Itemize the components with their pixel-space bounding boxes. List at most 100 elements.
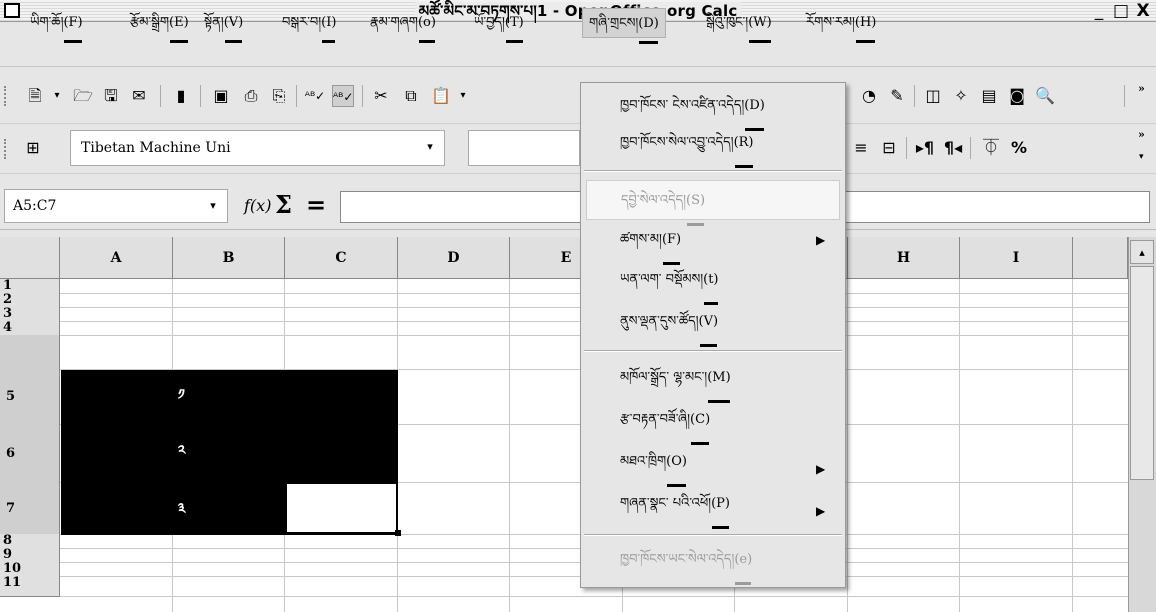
toolbar-separator xyxy=(200,85,201,107)
toolbar-more-icon[interactable]: » xyxy=(1138,129,1145,140)
navigator-icon[interactable]: ◫ xyxy=(922,85,944,107)
name-box[interactable]: A5:C7 xyxy=(4,189,228,223)
row-header-7[interactable]: 7 xyxy=(0,482,60,535)
menu-file[interactable]: ཡིག་ཆོ།(F) xyxy=(24,8,89,43)
align-justify-icon[interactable]: ≡ xyxy=(850,137,872,159)
new-dropdown-icon[interactable]: ▾ xyxy=(46,85,68,107)
font-size-combo[interactable] xyxy=(468,130,580,166)
rtl-icon[interactable]: ¶◂ xyxy=(942,137,964,159)
row-header-5[interactable] xyxy=(0,335,60,370)
menu-item-consolidate[interactable]: རྩ་བརྟན་བཟོ་ཞི།(C) xyxy=(586,400,840,445)
toolbar-separator xyxy=(296,85,297,107)
menu-item-outline[interactable]: མཐའ་ཁྲིག(O) xyxy=(586,442,840,487)
menu-separator xyxy=(584,534,842,536)
submenu-arrow-icon: ▶ xyxy=(816,233,826,247)
cut-icon[interactable]: ✂ xyxy=(370,85,392,107)
styles-icon[interactable]: ⊞ xyxy=(22,137,44,159)
paste-dropdown-icon[interactable]: ▾ xyxy=(452,85,474,107)
row-header-11[interactable]: 11 xyxy=(0,576,60,597)
save-icon[interactable]: 🖫 xyxy=(100,85,122,107)
menu-item-validity[interactable]: ནུས་ལྡན་དུས་ཚོད།(V) xyxy=(586,302,840,347)
column-header-d[interactable]: D xyxy=(398,237,510,279)
edit-file-icon[interactable]: ▮ xyxy=(170,85,192,107)
function-icon[interactable]: = xyxy=(306,190,330,220)
menu-format[interactable]: རྣམ་གཞག(o) xyxy=(364,8,442,43)
row-header-4[interactable]: 4 xyxy=(0,321,60,336)
datasources-view-icon[interactable]: ◙ xyxy=(1006,85,1028,107)
menu-item-define-range[interactable]: ཁྱབ་ཁོངས་ ངེས་འཛིན་འདེད།(D) xyxy=(586,86,840,131)
menu-item-select-range[interactable]: ཁྱབ་ཁོངས་སེལ་འབྱུ་འདེད།(R) xyxy=(586,123,840,168)
toolbar-separator xyxy=(914,85,915,107)
print-preview-icon[interactable]: ⎘ xyxy=(268,85,290,107)
font-name-combo[interactable]: Tibetan Machine Uni xyxy=(70,130,445,166)
chevron-down-icon[interactable]: ▾ xyxy=(202,193,224,219)
column-header-j[interactable] xyxy=(1073,237,1128,279)
active-cell-c7[interactable] xyxy=(285,482,398,534)
close-button[interactable]: X xyxy=(1134,2,1152,20)
column-header-c[interactable]: C xyxy=(285,237,398,279)
zoom-icon[interactable]: 🔍 xyxy=(1034,85,1056,107)
function-wizard-icon[interactable]: f(x) xyxy=(244,193,271,219)
currency-icon[interactable]: ⏁ xyxy=(980,137,1002,159)
print-icon[interactable]: ⎙ xyxy=(240,85,262,107)
scrollbar-thumb[interactable] xyxy=(1130,266,1154,480)
gallery-icon[interactable]: ✧ xyxy=(950,85,972,107)
maximize-button[interactable]: □ xyxy=(1112,2,1130,20)
toolbar-more-arrow-icon[interactable]: ▾ xyxy=(1139,152,1144,162)
grid-line xyxy=(60,596,1128,597)
minimize-button[interactable]: _ xyxy=(1090,2,1108,20)
menu-tools[interactable]: ཡོ་བྱད།(T) xyxy=(468,8,530,43)
menu-item-pivot-table[interactable]: གཞན་སྣང་ པའི་འཕོ།(P) xyxy=(586,484,840,529)
column-header-h[interactable]: H xyxy=(848,237,960,279)
percent-icon[interactable]: % xyxy=(1008,137,1030,159)
menu-edit[interactable]: རྩོམ་སྒྲིག(E) xyxy=(124,8,195,43)
ltr-icon[interactable]: ▸¶ xyxy=(914,137,936,159)
toolbar-separator xyxy=(970,137,971,159)
menu-separator xyxy=(584,350,842,352)
sum-icon[interactable]: Σ xyxy=(275,190,299,220)
menu-view[interactable]: སྟོན།(V) xyxy=(198,8,249,43)
cell-b7[interactable]: ༣ xyxy=(178,492,185,532)
chevron-down-icon[interactable]: ▾ xyxy=(420,135,440,159)
select-all-corner[interactable] xyxy=(0,237,60,279)
menu-window[interactable]: སྒེའུ་ཁུང་།(W) xyxy=(700,8,778,43)
submenu-arrow-icon: ▶ xyxy=(816,504,826,518)
cell-b5[interactable]: ༡ xyxy=(178,378,185,418)
toolbar-separator xyxy=(906,137,907,159)
export-pdf-icon[interactable]: ▣ xyxy=(210,85,232,107)
open-icon[interactable]: 🗁 xyxy=(72,85,94,107)
menu-data[interactable]: གཞི་གྲངས།(D) xyxy=(582,8,666,44)
new-icon[interactable]: 🗎 xyxy=(24,85,46,107)
toolbar-separator xyxy=(1124,85,1125,107)
datasources-icon[interactable]: ▤ xyxy=(978,85,1000,107)
merge-cells-icon[interactable]: ⊟ xyxy=(878,137,900,159)
toolbar-more-icon[interactable]: » xyxy=(1138,83,1145,94)
toolbar-separator xyxy=(160,85,161,107)
menu-item-multiple-operations[interactable]: མཁོལ་སྒྲོད་ ལྷ་མང་།(M) xyxy=(586,358,840,403)
menu-item-filter[interactable]: ཚགས་མ།(F) xyxy=(586,220,840,265)
scroll-up-arrow-icon[interactable]: ▴ xyxy=(1130,240,1154,264)
row-header-5-label[interactable]: 5 xyxy=(0,369,60,425)
row-header-6[interactable]: 6 xyxy=(0,424,60,483)
email-icon[interactable]: ✉ xyxy=(128,85,150,107)
paste-icon[interactable]: 📋 xyxy=(430,85,452,107)
column-header-b[interactable]: B xyxy=(173,237,285,279)
toolbar-grip[interactable] xyxy=(4,86,8,106)
menu-help[interactable]: རོགས་རམ།(H) xyxy=(800,8,882,43)
cell-b6[interactable]: ༢ xyxy=(178,434,185,474)
draw-icon[interactable]: ✎ xyxy=(886,85,908,107)
menu-item-subtotals[interactable]: ཡན་ལག་ བསྡོམས།(t) xyxy=(586,260,840,305)
copy-icon[interactable]: ⧉ xyxy=(400,85,422,107)
chart-icon[interactable]: ◔ xyxy=(858,85,880,107)
menu-item-refresh-range[interactable]: ཁྱབ་ཁོངས་ཡང་སེལ་འདེད།(e) xyxy=(586,540,840,585)
fill-handle[interactable] xyxy=(395,530,401,536)
column-header-a[interactable]: A xyxy=(60,237,173,279)
autospell-icon[interactable]: ᴬᴮ✓ xyxy=(332,85,354,107)
toolbar-separator xyxy=(362,85,363,107)
menu-item-sort[interactable]: དབྱེ་སེལ་འདེད།(S) xyxy=(586,180,840,226)
spellcheck-icon[interactable]: ᴬᴮ✓ xyxy=(304,85,326,107)
menu-insert[interactable]: བསྒར་བ།(I) xyxy=(276,8,342,43)
column-header-i[interactable]: I xyxy=(960,237,1073,279)
toolbar-grip[interactable] xyxy=(4,139,8,159)
submenu-arrow-icon: ▶ xyxy=(816,462,826,476)
